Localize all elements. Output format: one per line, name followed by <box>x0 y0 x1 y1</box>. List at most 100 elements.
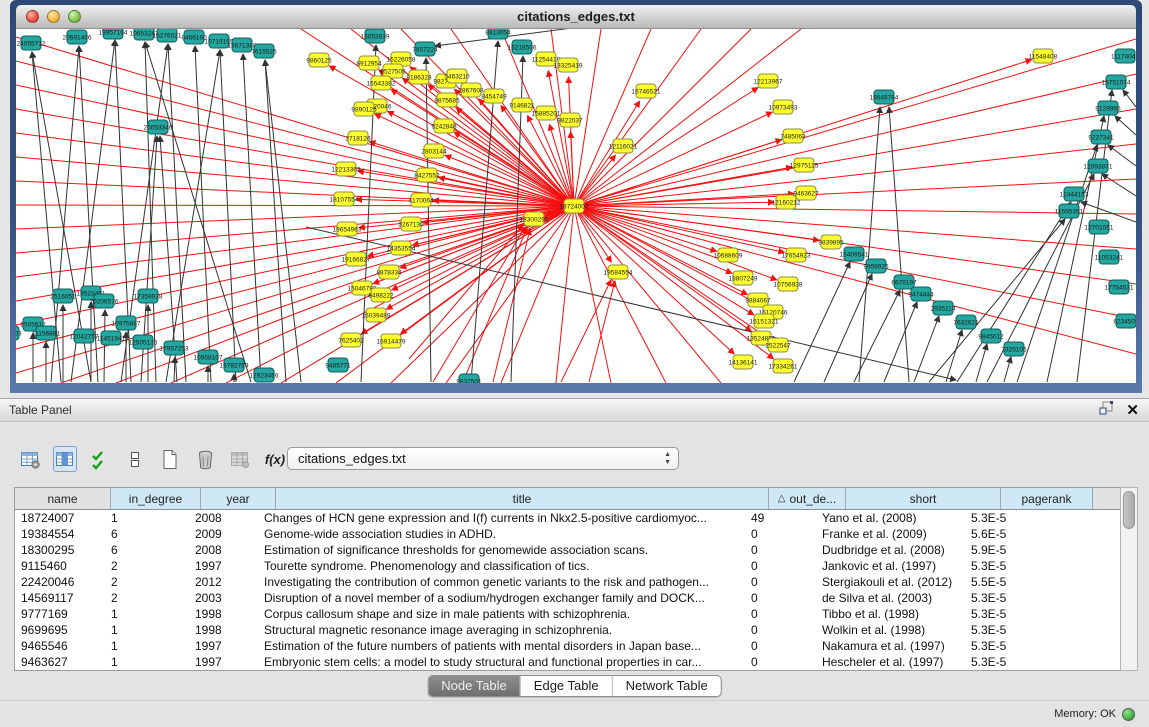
network-node[interactable]: 9845012 <box>978 329 1004 343</box>
network-node[interactable]: 14353554 <box>387 241 416 255</box>
table-row[interactable]: 2242004622012Investigating the contribut… <box>15 574 1121 590</box>
network-node[interactable]: 10756928 <box>774 277 803 291</box>
network-node[interactable]: 2935114 <box>931 301 956 315</box>
network-node[interactable]: 7485063 <box>780 129 806 143</box>
network-edge[interactable] <box>574 39 1136 206</box>
network-node[interactable]: 8878334 <box>376 265 402 279</box>
network-node[interactable]: 18807249 <box>729 271 758 285</box>
network-edge[interactable] <box>16 206 574 277</box>
network-node[interactable]: 9485771 <box>325 358 351 372</box>
table-row[interactable]: 1830029562008Estimation of significance … <box>15 542 1121 558</box>
column-header-out_de[interactable]: △out_de... <box>769 488 846 509</box>
network-window[interactable]: citations_edges.txt 24055712206914061995… <box>10 0 1142 393</box>
network-edge[interactable] <box>859 107 880 382</box>
float-window-icon[interactable] <box>1099 401 1114 420</box>
network-node[interactable]: 7615526 <box>251 44 277 58</box>
table-row[interactable]: 946554611997Estimation of the future num… <box>15 638 1121 654</box>
network-edge[interactable] <box>1081 202 1136 222</box>
network-edge[interactable] <box>1004 357 1011 382</box>
network-node[interactable]: 4170064 <box>408 193 434 207</box>
network-node[interactable]: 9242848 <box>431 119 457 133</box>
network-edge[interactable] <box>1017 145 1097 382</box>
network-node[interactable]: 16053839 <box>361 29 390 43</box>
network-node[interactable]: 9890125 <box>351 102 377 116</box>
network-node[interactable]: 9474444 <box>908 287 934 301</box>
network-node[interactable]: 17334261 <box>769 359 798 373</box>
network-node[interactable]: 12116021 <box>609 139 638 153</box>
network-edge[interactable] <box>16 157 574 206</box>
network-edge[interactable] <box>445 155 574 206</box>
network-node[interactable]: 11174041 <box>1111 49 1136 63</box>
network-node[interactable]: 16039489 <box>362 308 391 322</box>
network-node[interactable]: 9822037 <box>557 113 583 127</box>
network-node[interactable]: 8498222 <box>368 288 394 302</box>
new-column-icon[interactable] <box>158 446 182 472</box>
network-node[interactable]: 24055712 <box>17 36 46 50</box>
network-edge[interactable] <box>574 206 666 383</box>
table-row[interactable]: 946362711997Embryonic stem cells: a mode… <box>15 654 1121 670</box>
network-edge[interactable] <box>220 50 236 382</box>
scrollbar-thumb[interactable] <box>1123 491 1135 529</box>
network-node[interactable]: 8454749 <box>481 89 507 103</box>
network-edge[interactable] <box>195 46 211 382</box>
table-row[interactable]: 969969511998Structural magnetic resonanc… <box>15 622 1121 638</box>
network-node[interactable]: 12923466 <box>250 368 279 382</box>
network-node[interactable]: 11548408 <box>1029 49 1058 63</box>
network-edge[interactable] <box>426 58 431 382</box>
network-node[interactable]: 19957194 <box>99 29 128 39</box>
network-edge[interactable] <box>914 316 939 382</box>
network-node[interactable]: 7325105 <box>1001 342 1027 356</box>
network-edge[interactable] <box>16 37 574 206</box>
network-edge[interactable] <box>574 87 758 206</box>
import-table-icon[interactable] <box>228 446 252 472</box>
network-edge[interactable] <box>166 50 220 382</box>
network-node[interactable]: 9129965 <box>1095 101 1121 115</box>
show-columns-icon[interactable] <box>53 446 77 472</box>
network-edge[interactable] <box>1123 90 1136 107</box>
network-edge[interactable] <box>574 206 819 240</box>
network-node[interactable]: 9958925 <box>863 259 889 273</box>
network-node[interactable]: 12213363 <box>332 162 361 176</box>
network-node[interactable]: 15218506 <box>508 40 537 54</box>
network-node[interactable]: 16648784 <box>870 90 899 104</box>
network-node[interactable]: 15276021 <box>153 29 182 42</box>
network-node[interactable]: 8912954 <box>356 56 382 70</box>
network-edge[interactable] <box>168 44 186 382</box>
network-node[interactable]: 8813054 <box>485 29 511 39</box>
network-edge[interactable] <box>435 29 701 46</box>
table-row[interactable]: 1938455462009Genome-wide association stu… <box>15 526 1121 542</box>
network-node[interactable]: 20206576 <box>90 294 119 308</box>
network-edge[interactable] <box>369 142 574 206</box>
network-edge[interactable] <box>574 29 701 206</box>
network-edge[interactable] <box>574 206 784 252</box>
network-edge[interactable] <box>409 225 523 359</box>
network-edge[interactable] <box>1115 116 1136 135</box>
network-edge[interactable] <box>454 132 574 206</box>
column-header-short[interactable]: short <box>846 488 1001 509</box>
network-edge[interactable] <box>16 205 574 206</box>
network-node[interactable]: 12505135 <box>129 335 158 349</box>
column-header-in_degree[interactable]: in_degree <box>111 488 201 509</box>
network-edge[interactable] <box>574 179 1136 206</box>
network-node[interactable]: 9463627 <box>793 186 819 200</box>
column-header-pagerank[interactable]: pagerank <box>1001 488 1093 509</box>
network-node[interactable]: 5463210 <box>444 69 470 83</box>
network-canvas[interactable]: 2405571220691406199571941065324715276021… <box>16 29 1136 383</box>
network-edge[interactable] <box>1102 174 1136 196</box>
network-node[interactable]: 11156881 <box>32 326 60 340</box>
delete-column-icon[interactable] <box>193 446 217 472</box>
memory-ok-icon[interactable] <box>1122 708 1135 721</box>
tab-node-table[interactable]: Node Table <box>428 676 520 696</box>
network-edge[interactable] <box>361 45 376 382</box>
network-edge[interactable] <box>794 262 850 382</box>
network-node[interactable]: 19584554 <box>604 265 633 279</box>
network-edge[interactable] <box>548 71 574 206</box>
network-node[interactable]: 10688609 <box>714 248 743 262</box>
network-edge[interactable] <box>574 144 1136 206</box>
network-edge[interactable] <box>574 29 651 206</box>
network-node[interactable]: 2516051 <box>50 289 76 303</box>
network-node[interactable]: 20691406 <box>63 30 92 44</box>
network-node[interactable]: 14136141 <box>729 355 758 369</box>
network-node[interactable]: 9227341 <box>1088 130 1114 144</box>
network-node[interactable]: 17654923 <box>782 248 811 262</box>
